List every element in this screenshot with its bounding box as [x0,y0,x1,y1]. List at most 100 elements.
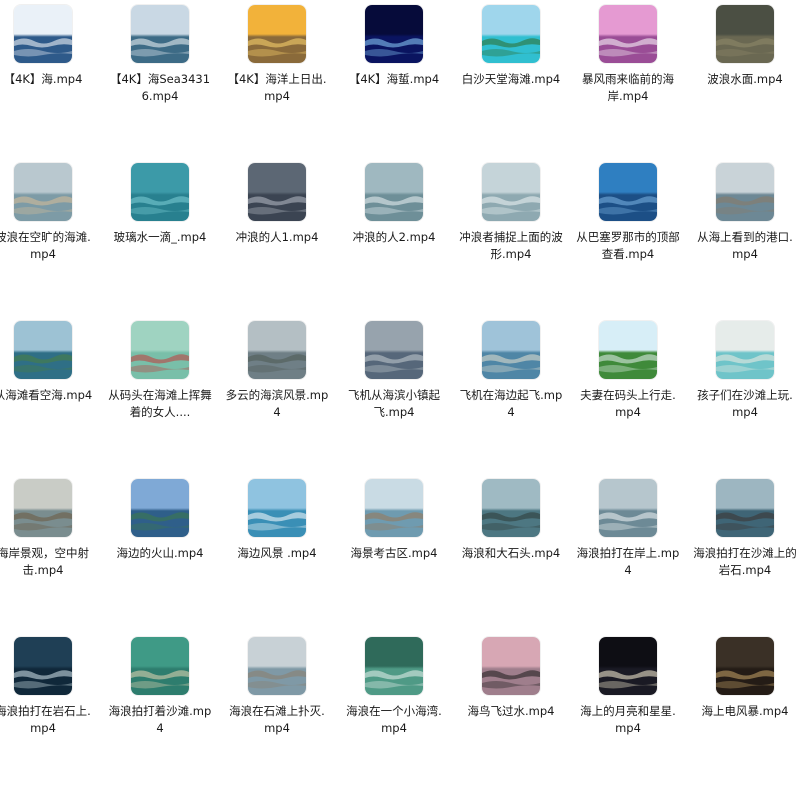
file-name-label: 海浪在石滩上扑灭.mp4 [229,704,325,735]
video-thumbnail-icon [14,5,72,63]
file-item[interactable]: 夫妻在码头上行走.mp4 [573,321,683,471]
video-thumbnail-icon [131,479,189,537]
video-thumbnail-icon [131,321,189,379]
video-thumbnail-icon [248,5,306,63]
file-name-label: 飞机从海滨小镇起飞.mp4 [348,388,440,419]
video-thumbnail-icon [248,479,306,537]
file-item[interactable]: 海浪和大石头.mp4 [456,479,566,629]
video-thumbnail-icon [131,163,189,221]
video-thumbnail-icon [716,479,774,537]
video-thumbnail-icon [14,163,72,221]
file-item[interactable]: 海浪在一个小海湾.mp4 [339,637,449,787]
file-item[interactable]: 海浪拍打在沙滩上的岩石.mp4 [690,479,800,629]
video-thumbnail-icon [365,5,423,63]
file-name-label: 海浪和大石头.mp4 [461,546,561,560]
video-thumbnail-icon [599,5,657,63]
file-item[interactable]: 海浪拍打着沙滩.mp4 [105,637,215,787]
file-item[interactable]: 【4K】海蜇.mp4 [339,5,449,155]
video-thumbnail-icon [14,321,72,379]
file-item[interactable]: 从海滩看空海.mp4 [0,321,98,471]
file-name-label: 白沙天堂海滩.mp4 [461,72,561,86]
video-thumbnail-icon [14,637,72,695]
video-thumbnail-icon [482,321,540,379]
file-grid: 【4K】海.mp4 【4K】海Sea34316.mp4 【4K】海洋上日出.mp4 【… [0,0,800,746]
video-thumbnail-icon [716,5,774,63]
video-thumbnail-icon [599,637,657,695]
file-name-label: 冲浪的人1.mp4 [235,230,319,244]
video-thumbnail-icon [716,321,774,379]
file-name-label: 波浪水面.mp4 [707,72,783,86]
file-name-label: 从海滩看空海.mp4 [0,388,93,402]
file-name-label: 多云的海滨风景.mp4 [225,388,329,419]
file-name-label: 海鸟飞过水.mp4 [467,704,555,718]
file-name-label: 海浪在一个小海湾.mp4 [346,704,442,735]
file-item[interactable]: 波浪在空旷的海滩.mp4 [0,163,98,313]
file-item[interactable]: 波浪水面.mp4 [690,5,800,155]
video-thumbnail-icon [365,479,423,537]
video-thumbnail-icon [131,5,189,63]
file-item[interactable]: 玻璃水一滴_.mp4 [105,163,215,313]
file-item[interactable]: 冲浪的人1.mp4 [222,163,332,313]
video-thumbnail-icon [248,637,306,695]
video-thumbnail-icon [365,321,423,379]
file-name-label: 海上的月亮和星星.mp4 [580,704,676,735]
video-thumbnail-icon [365,637,423,695]
video-thumbnail-icon [482,479,540,537]
file-item[interactable]: 【4K】海Sea34316.mp4 [105,5,215,155]
video-thumbnail-icon [716,163,774,221]
file-item[interactable]: 暴风雨来临前的海岸.mp4 [573,5,683,155]
file-name-label: 海浪拍打在岸上.mp4 [576,546,680,577]
file-item[interactable]: 飞机在海边起飞.mp4 [456,321,566,471]
file-item[interactable]: 海浪拍打在岸上.mp4 [573,479,683,629]
file-item[interactable]: 海上电风暴.mp4 [690,637,800,787]
file-name-label: 暴风雨来临前的海岸.mp4 [582,72,674,103]
video-thumbnail-icon [482,5,540,63]
file-name-label: 海浪拍打在岩石上.mp4 [0,704,91,735]
file-name-label: 【4K】海洋上日出.mp4 [227,72,327,103]
file-name-label: 从海上看到的港口.mp4 [697,230,793,261]
file-item[interactable]: 海浪在石滩上扑灭.mp4 [222,637,332,787]
file-item[interactable]: 从海上看到的港口.mp4 [690,163,800,313]
file-name-label: 海景考古区.mp4 [350,546,438,560]
file-item[interactable]: 海景考古区.mp4 [339,479,449,629]
file-name-label: 海浪拍打在沙滩上的岩石.mp4 [693,546,797,577]
video-thumbnail-icon [14,479,72,537]
file-name-label: 孩子们在沙滩上玩.mp4 [697,388,793,419]
file-name-label: 【4K】海.mp4 [3,72,83,86]
file-item[interactable]: 海鸟飞过水.mp4 [456,637,566,787]
file-name-label: 从巴塞罗那市的顶部查看.mp4 [576,230,680,261]
file-item[interactable]: 孩子们在沙滩上玩.mp4 [690,321,800,471]
file-name-label: 海岸景观，空中射击.mp4 [0,546,89,577]
file-item[interactable]: 海上的月亮和星星.mp4 [573,637,683,787]
file-item[interactable]: 从巴塞罗那市的顶部查看.mp4 [573,163,683,313]
video-thumbnail-icon [482,637,540,695]
file-item[interactable]: 从码头在海滩上挥舞着的女人.... [105,321,215,471]
file-item[interactable]: 白沙天堂海滩.mp4 [456,5,566,155]
file-item[interactable]: 多云的海滨风景.mp4 [222,321,332,471]
file-item[interactable]: 飞机从海滨小镇起飞.mp4 [339,321,449,471]
file-item[interactable]: 【4K】海洋上日出.mp4 [222,5,332,155]
file-item[interactable]: 海边的火山.mp4 [105,479,215,629]
file-name-label: 【4K】海Sea34316.mp4 [109,72,211,103]
video-thumbnail-icon [599,163,657,221]
file-name-label: 冲浪者捕捉上面的波形.mp4 [459,230,563,261]
file-item[interactable]: 冲浪的人2.mp4 [339,163,449,313]
file-name-label: 海浪拍打着沙滩.mp4 [108,704,212,735]
file-name-label: 海边风景 .mp4 [237,546,317,560]
file-item[interactable]: 海浪拍打在岩石上.mp4 [0,637,98,787]
file-item[interactable]: 海边风景 .mp4 [222,479,332,629]
file-item[interactable]: 【4K】海.mp4 [0,5,98,155]
video-thumbnail-icon [131,637,189,695]
file-item[interactable]: 冲浪者捕捉上面的波形.mp4 [456,163,566,313]
file-name-label: 从码头在海滩上挥舞着的女人.... [108,388,212,419]
file-name-label: 【4K】海蜇.mp4 [348,72,440,86]
file-name-label: 夫妻在码头上行走.mp4 [580,388,676,419]
video-thumbnail-icon [248,321,306,379]
file-name-label: 海上电风暴.mp4 [701,704,789,718]
file-name-label: 飞机在海边起飞.mp4 [459,388,563,419]
file-name-label: 玻璃水一滴_.mp4 [113,230,207,244]
video-thumbnail-icon [365,163,423,221]
file-item[interactable]: 海岸景观，空中射击.mp4 [0,479,98,629]
video-thumbnail-icon [248,163,306,221]
file-name-label: 冲浪的人2.mp4 [352,230,436,244]
